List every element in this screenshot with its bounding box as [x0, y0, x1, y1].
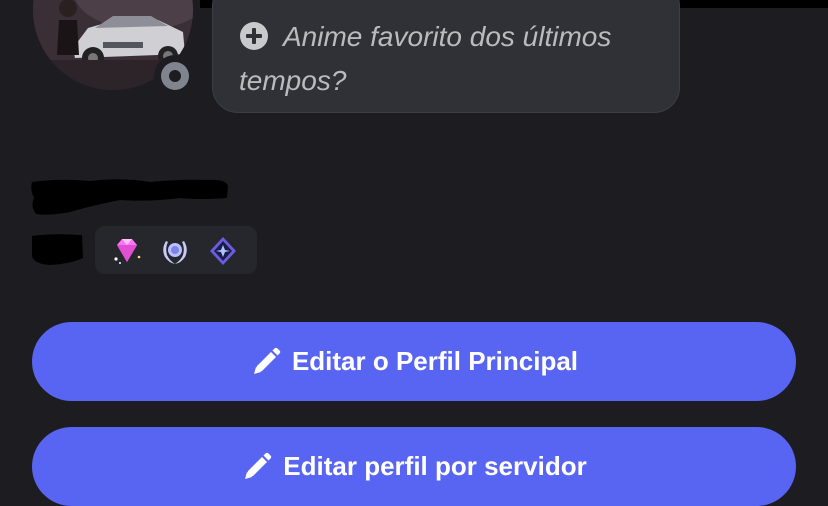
pencil-icon — [253, 347, 281, 374]
pencil-icon — [245, 452, 272, 479]
nitro-gem-icon[interactable] — [111, 235, 143, 267]
edit-server-profile-label: Editar perfil por servidor — [283, 451, 587, 481]
status-indicator — [154, 55, 196, 97]
hypesquad-star-icon[interactable] — [207, 235, 239, 267]
edit-main-profile-button[interactable]: Editar o Perfil Principal — [32, 322, 796, 401]
offline-status-icon — [161, 62, 189, 90]
user-tag-redacted — [32, 234, 83, 265]
custom-status-bubble[interactable]: Anime favorito dos últimos tempos? — [212, 0, 680, 113]
laurel-badge-icon[interactable] — [159, 235, 191, 267]
custom-status-placeholder: Anime favorito dos últimos tempos? — [239, 21, 612, 96]
badge-list — [95, 226, 257, 274]
username-redacted — [31, 179, 229, 215]
edit-main-profile-label: Editar o Perfil Principal — [291, 346, 579, 376]
edit-server-profile-button[interactable]: Editar perfil por servidor — [32, 427, 796, 506]
